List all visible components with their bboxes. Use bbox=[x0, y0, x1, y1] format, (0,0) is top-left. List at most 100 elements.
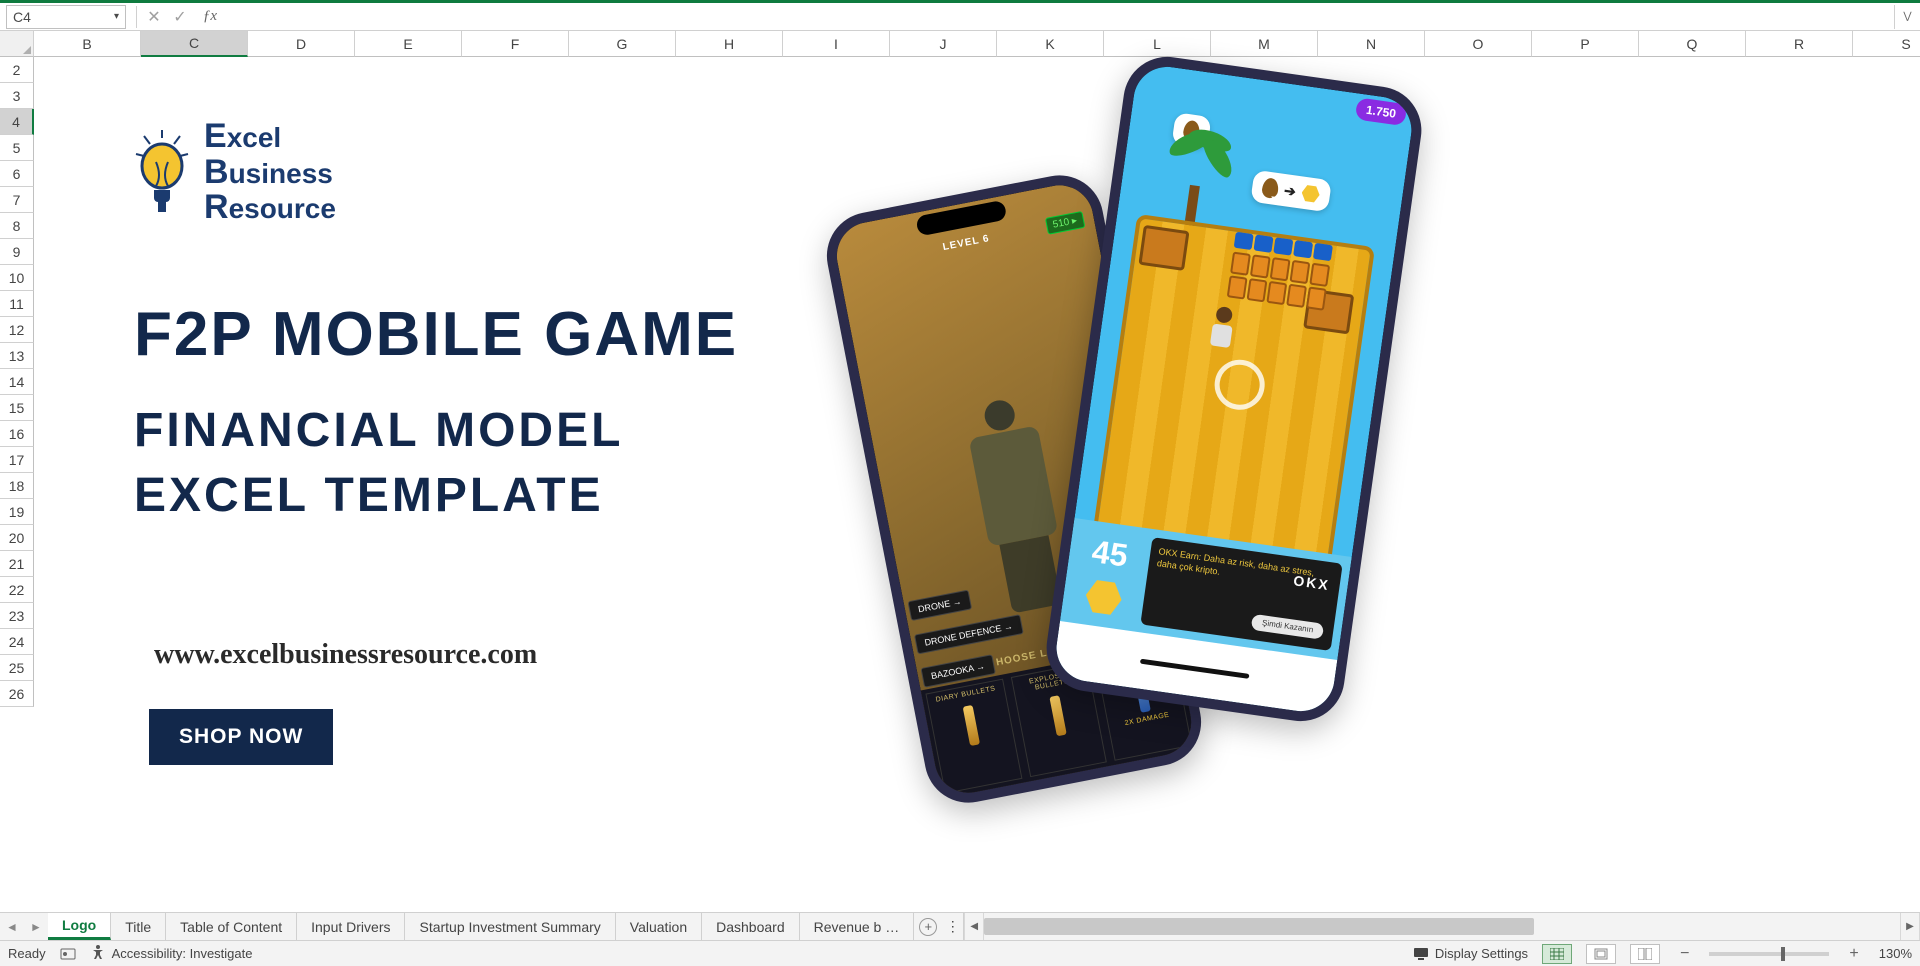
horizontal-scrollbar[interactable]: ◀ ▶ bbox=[964, 913, 1920, 940]
game-level-label: LEVEL 6 bbox=[942, 233, 991, 253]
row-header[interactable]: 24 bbox=[0, 629, 34, 655]
hscroll-thumb[interactable] bbox=[984, 918, 1533, 935]
view-page-layout-button[interactable] bbox=[1586, 944, 1616, 964]
column-header[interactable]: F bbox=[462, 31, 569, 57]
row-header[interactable]: 5 bbox=[0, 135, 34, 161]
scroll-right-icon[interactable]: ▶ bbox=[1900, 913, 1920, 940]
sheet-tabs: LogoTitleTable of ContentInput DriversSt… bbox=[48, 913, 914, 940]
column-header[interactable]: G bbox=[569, 31, 676, 57]
column-header[interactable]: M bbox=[1211, 31, 1318, 57]
separator bbox=[136, 6, 137, 28]
row-header[interactable]: 10 bbox=[0, 265, 34, 291]
status-ready: Ready bbox=[8, 946, 46, 961]
row-header[interactable]: 21 bbox=[0, 551, 34, 577]
column-header[interactable]: H bbox=[676, 31, 783, 57]
column-header[interactable]: C bbox=[141, 31, 248, 57]
zoom-level[interactable]: 130% bbox=[1879, 946, 1912, 961]
row-header[interactable]: 2 bbox=[0, 57, 34, 83]
cells-canvas[interactable]: Excel Business Resource F2P MOBILE GAME … bbox=[34, 57, 1920, 912]
game-score-badge: 510 ▸ bbox=[1044, 211, 1085, 235]
tab-nav-prev-icon[interactable]: ◄ bbox=[0, 913, 24, 940]
sheet-tab[interactable]: Table of Content bbox=[166, 913, 297, 940]
column-header[interactable]: B bbox=[34, 31, 141, 57]
expand-formula-bar-icon[interactable]: ⋁ bbox=[1894, 5, 1920, 29]
column-header[interactable]: L bbox=[1104, 31, 1211, 57]
row-header[interactable]: 8 bbox=[0, 213, 34, 239]
row-header[interactable]: 20 bbox=[0, 525, 34, 551]
ad-banner: OKX Earn: Daha az risk, daha az stres, d… bbox=[1140, 537, 1342, 651]
row-header[interactable]: 16 bbox=[0, 421, 34, 447]
accessibility-status[interactable]: Accessibility: Investigate bbox=[90, 944, 253, 963]
scroll-left-icon[interactable]: ◀ bbox=[964, 913, 984, 940]
row-header[interactable]: 9 bbox=[0, 239, 34, 265]
zoom-out-button[interactable]: − bbox=[1674, 945, 1695, 963]
raft-score-badge: 1.750 bbox=[1355, 97, 1408, 126]
column-header[interactable]: R bbox=[1746, 31, 1853, 57]
brand-logo: Excel Business Resource bbox=[134, 119, 336, 226]
display-settings-button[interactable]: Display Settings bbox=[1413, 946, 1528, 962]
column-header[interactable]: I bbox=[783, 31, 890, 57]
phone-mockup-raft: 1.750 ➔ bbox=[1041, 51, 1427, 727]
name-box[interactable]: C4 ▾ bbox=[6, 5, 126, 29]
insert-function-icon[interactable]: ƒx bbox=[197, 5, 223, 29]
sheet-tab[interactable]: Startup Investment Summary bbox=[405, 913, 615, 940]
row-header[interactable]: 3 bbox=[0, 83, 34, 109]
row-header[interactable]: 13 bbox=[0, 343, 34, 369]
column-header[interactable]: E bbox=[355, 31, 462, 57]
crate bbox=[1138, 225, 1189, 271]
row-header[interactable]: 19 bbox=[0, 499, 34, 525]
tab-nav-next-icon[interactable]: ► bbox=[24, 913, 48, 940]
row-header[interactable]: 6 bbox=[0, 161, 34, 187]
row-header[interactable]: 18 bbox=[0, 473, 34, 499]
row-header[interactable]: 11 bbox=[0, 291, 34, 317]
accept-formula-icon: ✓ bbox=[167, 5, 193, 29]
row-headers: 2345678910111213141516171819202122232425… bbox=[0, 57, 34, 912]
row-header[interactable]: 26 bbox=[0, 681, 34, 707]
hero-title: F2P MOBILE GAME bbox=[134, 299, 738, 370]
zoom-slider[interactable] bbox=[1709, 952, 1829, 956]
column-header[interactable]: P bbox=[1532, 31, 1639, 57]
worksheet-area: BCDEFGHIJKLMNOPQRS 234567891011121314151… bbox=[0, 31, 1920, 912]
row-header[interactable]: 15 bbox=[0, 395, 34, 421]
sheet-tab[interactable]: Logo bbox=[48, 913, 111, 940]
shop-now-button[interactable]: SHOP NOW bbox=[149, 709, 333, 765]
column-header[interactable]: Q bbox=[1639, 31, 1746, 57]
name-box-dropdown-icon[interactable]: ▾ bbox=[114, 11, 119, 22]
sheet-tab[interactable]: Title bbox=[111, 913, 166, 940]
sheet-tab[interactable]: Dashboard bbox=[702, 913, 800, 940]
powerup-tag: DRONE DEFENCE → bbox=[914, 614, 1023, 654]
lightbulb-icon bbox=[134, 130, 190, 216]
column-headers: BCDEFGHIJKLMNOPQRS bbox=[34, 31, 1920, 57]
row-header[interactable]: 14 bbox=[0, 369, 34, 395]
row-header[interactable]: 23 bbox=[0, 603, 34, 629]
row-header[interactable]: 17 bbox=[0, 447, 34, 473]
column-header[interactable]: D bbox=[248, 31, 355, 57]
formula-input[interactable] bbox=[223, 5, 1894, 29]
column-header[interactable]: K bbox=[997, 31, 1104, 57]
column-header[interactable]: N bbox=[1318, 31, 1425, 57]
sheet-tab-bar: ◄ ► LogoTitleTable of ContentInput Drive… bbox=[0, 912, 1920, 940]
brand-text: Excel Business Resource bbox=[204, 119, 336, 226]
zoom-in-button[interactable]: + bbox=[1843, 945, 1864, 963]
logo-sheet-artwork: Excel Business Resource F2P MOBILE GAME … bbox=[94, 79, 1404, 889]
sheet-tab[interactable]: Valuation bbox=[616, 913, 702, 940]
view-normal-button[interactable] bbox=[1542, 944, 1572, 964]
column-header[interactable]: S bbox=[1853, 31, 1920, 57]
status-bar: Ready Accessibility: Investigate Display… bbox=[0, 940, 1920, 966]
sheet-tab[interactable]: Input Drivers bbox=[297, 913, 405, 940]
view-page-break-button[interactable] bbox=[1630, 944, 1660, 964]
column-header[interactable]: O bbox=[1425, 31, 1532, 57]
resource-counter: 45 bbox=[1060, 518, 1154, 632]
row-header[interactable]: 25 bbox=[0, 655, 34, 681]
column-header[interactable]: J bbox=[890, 31, 997, 57]
tab-list-menu-icon[interactable]: ⋮ bbox=[942, 913, 964, 940]
new-sheet-button[interactable]: + bbox=[914, 913, 942, 940]
macro-record-icon[interactable] bbox=[60, 946, 76, 962]
hero-subtitle: FINANCIAL MODEL EXCEL TEMPLATE bbox=[134, 399, 623, 529]
select-all-corner[interactable] bbox=[0, 31, 34, 57]
row-header[interactable]: 4 bbox=[0, 109, 34, 135]
row-header[interactable]: 22 bbox=[0, 577, 34, 603]
row-header[interactable]: 12 bbox=[0, 317, 34, 343]
row-header[interactable]: 7 bbox=[0, 187, 34, 213]
sheet-tab[interactable]: Revenue b … bbox=[800, 913, 915, 940]
